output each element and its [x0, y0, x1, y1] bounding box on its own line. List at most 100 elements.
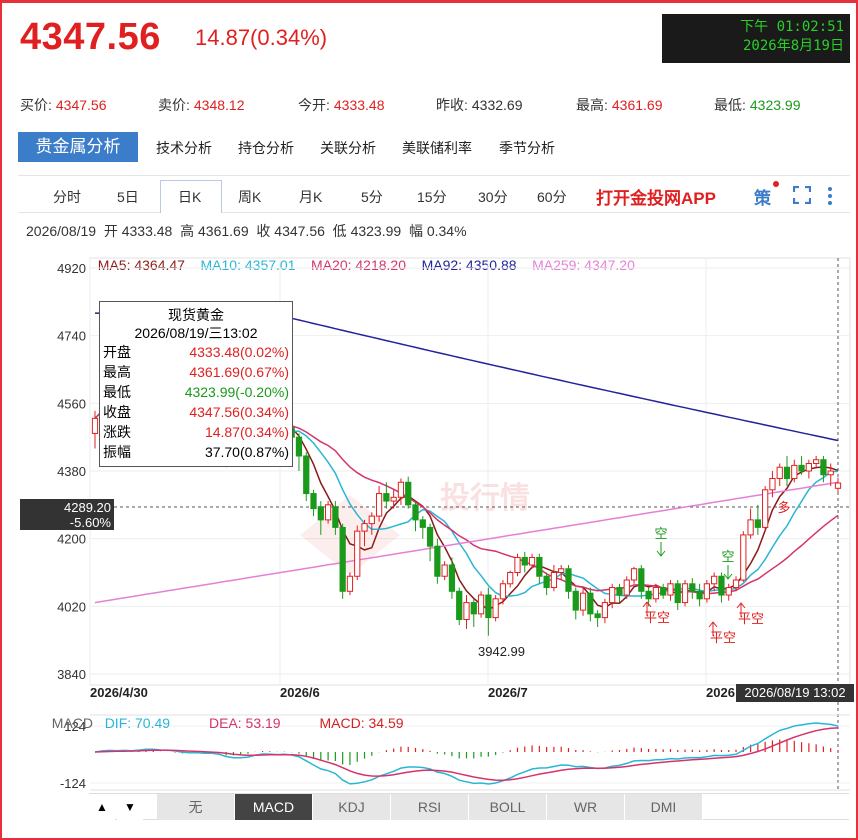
candle-body: [783, 466, 791, 480]
macd-legend: MACD DIF: 70.49 DEA: 53.19 MACD: 34.59: [44, 699, 404, 731]
signal-cover: 平空: [738, 612, 764, 627]
tab-correlation[interactable]: 关联分析: [320, 138, 376, 158]
period-60min[interactable]: 60分: [537, 187, 567, 207]
indicator-boll[interactable]: BOLL: [469, 794, 547, 820]
candle-body: [667, 583, 674, 596]
candle-body: [718, 575, 725, 596]
scroll-up-button[interactable]: ▲: [89, 794, 115, 820]
candle-body: [711, 575, 718, 585]
tooltip-row-open: 开盘 4333.48(0.02%): [103, 344, 289, 360]
candle-body: [434, 545, 441, 577]
dif-label: DIF: 70.49: [104, 715, 171, 731]
candle-body: [820, 459, 827, 476]
candle-body: [310, 493, 317, 510]
period-daily-k[interactable]: 日K: [178, 187, 201, 207]
x-tick-label: 2026/6: [280, 685, 320, 700]
candle-body: [477, 594, 485, 615]
candle-body: [827, 470, 834, 476]
macd-title: MACD: [51, 715, 94, 731]
tab-positions[interactable]: 持仓分析: [238, 138, 294, 158]
signal-buy: 多: [777, 500, 790, 516]
quote-low: 最低: 4323.99: [714, 97, 801, 113]
candle-body: [740, 534, 747, 581]
y-tick-label: 3840: [57, 667, 86, 682]
dea-label: DEA: 53.19: [208, 715, 281, 731]
candle-body: [630, 568, 638, 581]
candle-body: [652, 587, 660, 600]
indicator-dmi[interactable]: DMI: [625, 794, 703, 820]
tab-seasonal[interactable]: 季节分析: [499, 138, 555, 158]
indicator-macd[interactable]: MACD: [235, 794, 313, 820]
indicator-none[interactable]: 无: [157, 794, 235, 820]
candle-body: [579, 592, 587, 611]
candle-body: [834, 482, 842, 489]
quote-high: 最高: 4361.69: [576, 97, 663, 113]
candle-body: [587, 592, 594, 615]
watermark-text: 投行情: [440, 481, 530, 516]
candle-body: [762, 489, 769, 528]
candle-body: [528, 556, 536, 566]
fullscreen-icon[interactable]: [793, 186, 811, 204]
clock-display: 下午 01:02:51 2026年8月19日: [662, 14, 850, 63]
strategy-button[interactable]: 策: [754, 184, 771, 209]
x-tick-label: 2026/7: [488, 685, 528, 700]
candle-body: [565, 568, 572, 592]
candle-body: [463, 602, 470, 620]
candle-body: [521, 556, 528, 566]
period-5min[interactable]: 5分: [361, 187, 383, 207]
indicator-rsi[interactable]: RSI: [391, 794, 469, 820]
candle-tooltip: 现货黄金 2026/08/19/三13:02 开盘 4333.48(0.02%) …: [99, 301, 293, 467]
period-15min[interactable]: 15分: [417, 187, 447, 207]
y-tick-label: 4020: [57, 599, 86, 614]
clock-date: 2026年8月19日: [742, 38, 844, 54]
candle-body: [623, 579, 630, 596]
tooltip-row-close: 收盘 4347.56(0.34%): [103, 404, 289, 420]
more-icon[interactable]: [825, 186, 835, 206]
candle-body: [703, 583, 711, 600]
candle-body: [361, 523, 368, 532]
candle-body: [485, 594, 492, 619]
quote-open: 今开: 4333.48: [298, 97, 385, 113]
candle-body: [412, 504, 419, 521]
candle-body: [507, 572, 514, 585]
candle-body: [368, 515, 375, 525]
indicator-kdj[interactable]: KDJ: [313, 794, 391, 820]
tooltip-date: 2026/08/19/三13:02: [134, 325, 258, 341]
period-30min[interactable]: 30分: [478, 187, 508, 207]
period-weekly-k[interactable]: 周K: [238, 187, 261, 207]
tab-precious-metals[interactable]: 贵金属分析: [18, 132, 138, 162]
open-app-link[interactable]: 打开金投网APP: [596, 184, 716, 209]
candle-body: [638, 568, 645, 592]
scroll-down-button[interactable]: ▼: [117, 794, 143, 820]
candle-body: [572, 590, 579, 611]
candle-body: [303, 455, 310, 495]
candle-body: [339, 526, 346, 592]
period-bar: 分时 5日 日K 周K 月K 5分 15分 30分 60分 打开金投网APP 策: [18, 175, 850, 213]
low-price-annotation: 3942.99: [478, 644, 525, 659]
tab-fed-rate[interactable]: 美联储利率: [402, 138, 472, 158]
candle-body: [725, 587, 732, 596]
candle-body: [375, 493, 383, 517]
candle-body: [448, 564, 456, 592]
candle-body: [681, 583, 689, 604]
quote-prev-close: 昨收: 4332.69: [436, 97, 523, 113]
clock-time: 下午 01:02:51: [740, 19, 844, 35]
candle-body: [645, 590, 652, 600]
signal-sell: 空: [721, 550, 734, 565]
candle-body: [769, 478, 776, 491]
tab-technical[interactable]: 技术分析: [156, 138, 212, 158]
candle-body: [660, 587, 667, 596]
quote-bid: 买价: 4347.56: [20, 97, 107, 113]
period-monthly-k[interactable]: 月K: [299, 187, 322, 207]
signal-cover: 平空: [710, 631, 736, 646]
candle-body: [732, 579, 740, 589]
quote-ask: 卖价: 4348.12: [158, 97, 245, 113]
y-tick-label: 4560: [57, 396, 86, 411]
candle-body: [776, 466, 783, 480]
y-tick-label: 4200: [57, 532, 86, 547]
period-5day[interactable]: 5日: [117, 187, 139, 207]
indicator-wr[interactable]: WR: [547, 794, 625, 820]
candle-body: [295, 436, 303, 457]
period-intraday[interactable]: 分时: [53, 187, 81, 207]
candle-body: [798, 464, 805, 472]
